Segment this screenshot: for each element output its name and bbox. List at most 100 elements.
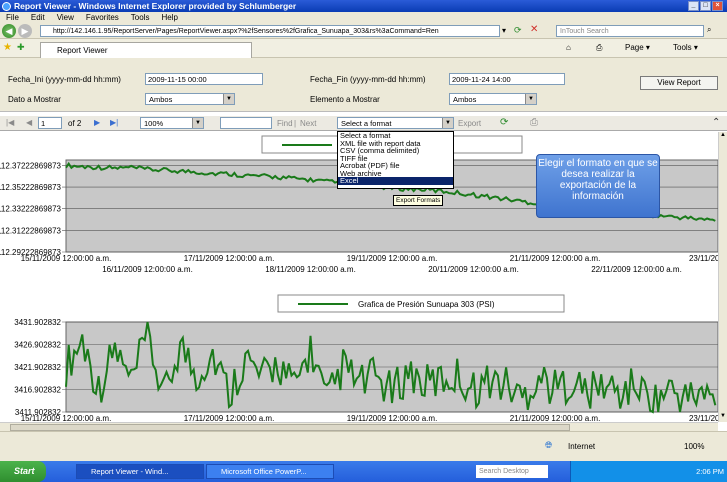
print-icon[interactable]: ⎙ xyxy=(596,43,602,53)
y-tick-label: 112.33222869873 xyxy=(0,205,62,214)
menu-edit[interactable]: Edit xyxy=(31,13,45,22)
export-link[interactable]: Export xyxy=(458,119,481,128)
scroll-down-icon[interactable]: ▼ xyxy=(720,413,726,419)
print-report-icon[interactable]: ⎙ xyxy=(530,117,538,128)
elemento-select[interactable]: Ambos ▼ xyxy=(449,93,537,105)
x-tick-label: 15/11/2009 12:00:00 a.m. xyxy=(21,254,112,263)
favorites-star-icon[interactable]: ★ xyxy=(3,42,12,53)
export-tooltip: Export Formats xyxy=(393,195,444,206)
zoom-value: 100% xyxy=(144,119,164,128)
x-tick-label: 17/11/2009 12:00:00 a.m. xyxy=(184,254,275,263)
first-page-icon[interactable]: |◀ xyxy=(6,118,14,127)
back-button[interactable]: ◀ xyxy=(2,24,16,38)
zoom-select[interactable]: 100% ▼ xyxy=(140,117,204,129)
x-tick-label: 23/11/2009 1 xyxy=(689,254,718,263)
x-tick-label: 20/11/2009 12:00:00 a.m. xyxy=(428,265,519,272)
y-tick-label: 112.31222869873 xyxy=(0,226,62,235)
x-tick-label: 19/11/2009 12:00:00 a.m. xyxy=(347,254,438,263)
format-option[interactable]: Excel xyxy=(338,177,453,185)
elemento-value: Ambos xyxy=(453,95,477,104)
status-zoom[interactable]: 100% xyxy=(684,442,704,451)
x-tick-label: 23/11/2009 1 xyxy=(689,414,718,422)
globe-icon: 🌐︎ xyxy=(545,440,553,450)
tools-menu[interactable]: Tools ▾ xyxy=(673,43,698,52)
url-field[interactable]: http://142.146.1.95/ReportServer/Pages/R… xyxy=(40,25,500,37)
forward-button[interactable]: ▶ xyxy=(18,24,32,38)
desktop-search-input[interactable]: Search Desktop xyxy=(476,465,548,478)
maximize-button[interactable]: □ xyxy=(700,1,711,11)
page-menu[interactable]: Page ▾ xyxy=(625,43,650,52)
fecha-ini-label: Fecha_Ini (yyyy-mm-dd hh:mm) xyxy=(8,75,121,84)
y-tick-label: 3431.902832 xyxy=(14,318,61,327)
scroll-up-icon[interactable]: ▲ xyxy=(720,132,726,138)
status-zone: Internet xyxy=(568,442,596,451)
x-tick-label: 17/11/2009 12:00:00 a.m. xyxy=(184,414,275,422)
format-dropdown-list[interactable]: Select a format XML file with report data… xyxy=(337,131,454,189)
fecha-fin-input[interactable]: 2009-11-24 14:00 xyxy=(449,73,565,85)
chevron-down-icon: ▼ xyxy=(223,94,234,104)
minimize-button[interactable]: _ xyxy=(688,1,699,11)
find-link[interactable]: Find xyxy=(277,119,293,128)
y-tick-label: 3426.902832 xyxy=(14,341,61,350)
x-tick-label: 15/11/2009 12:00:00 a.m. xyxy=(21,414,112,422)
menu-favorites[interactable]: Favorites xyxy=(86,13,119,22)
taskbar: Start Report Viewer - Wind... Microsoft … xyxy=(0,461,727,482)
x-tick-label: 22/11/2009 12:00:00 a.m. xyxy=(591,265,682,272)
dato-select[interactable]: Ambos ▼ xyxy=(145,93,235,105)
tab-report-viewer[interactable]: Report Viewer xyxy=(40,42,252,58)
search-input[interactable]: InTouch Search xyxy=(556,25,704,37)
view-report-button[interactable]: View Report xyxy=(640,76,718,90)
format-value: Select a format xyxy=(341,119,392,128)
horizontal-scrollbar[interactable] xyxy=(0,422,718,431)
x-tick-label: 16/11/2009 12:00:00 a.m. xyxy=(102,265,193,272)
menu-view[interactable]: View xyxy=(57,13,74,22)
fecha-ini-input[interactable]: 2009-11-15 00:00 xyxy=(145,73,263,85)
x-tick-label: 18/11/2009 12:00:00 a.m. xyxy=(265,265,356,272)
system-tray: 2:06 PM xyxy=(570,461,727,482)
start-button[interactable]: Start xyxy=(0,461,46,482)
scroll-thumb[interactable] xyxy=(10,424,570,431)
menu-file[interactable]: File xyxy=(6,13,19,22)
find-input[interactable] xyxy=(220,117,272,129)
prev-page-icon[interactable]: ◀ xyxy=(26,118,32,127)
menu-help[interactable]: Help xyxy=(161,13,177,22)
vertical-scrollbar[interactable]: ▲ ▼ xyxy=(718,132,727,422)
window-title: Report Viewer - Windows Internet Explore… xyxy=(14,1,297,11)
instruction-callout: Elegir el formato en que se desea realiz… xyxy=(536,154,660,218)
dropdown-arrow-icon[interactable]: ▾ xyxy=(502,26,506,35)
refresh-icon[interactable]: ⟳ xyxy=(514,25,522,36)
next-link[interactable]: Next xyxy=(300,119,316,128)
home-icon[interactable]: ⌂ xyxy=(566,43,571,52)
chevron-down-icon: ▼ xyxy=(442,118,453,128)
page-number-input[interactable]: 1 xyxy=(38,117,62,129)
status-bar: 🌐︎ Internet 100% xyxy=(0,431,727,461)
tab-label: Report Viewer xyxy=(57,46,108,55)
menu-tools[interactable]: Tools xyxy=(131,13,150,22)
collapse-icon[interactable]: ⌃ xyxy=(712,117,720,128)
format-select[interactable]: Select a format ▼ xyxy=(337,117,454,129)
close-button[interactable]: × xyxy=(712,1,723,11)
chevron-down-icon: ▼ xyxy=(192,118,203,128)
address-bar: ◀ ▶ http://142.146.1.95/ReportServer/Pag… xyxy=(0,23,727,39)
report-toolbar: |◀ ◀ 1 of 2 ▶ ▶| 100% ▼ Find | Next Selec… xyxy=(0,116,727,131)
add-favorites-icon[interactable]: ✚ xyxy=(17,42,25,53)
next-page-icon[interactable]: ▶ xyxy=(94,118,100,127)
x-tick-label: 21/11/2009 12:00:00 a.m. xyxy=(510,254,601,263)
x-tick-label: 19/11/2009 12:00:00 a.m. xyxy=(347,414,438,422)
dato-value: Ambos xyxy=(149,95,173,104)
fecha-fin-label: Fecha_Fin (yyyy-mm-dd hh:mm) xyxy=(310,75,426,84)
last-page-icon[interactable]: ▶| xyxy=(110,118,118,127)
chevron-down-icon: ▼ xyxy=(525,94,536,104)
favorites-bar: ★ ✚ Report Viewer ⌂ ⎙ Page ▾ Tools ▾ xyxy=(0,39,727,58)
elemento-label: Elemento a Mostrar xyxy=(310,95,380,104)
taskbar-report-viewer[interactable]: Report Viewer - Wind... xyxy=(76,464,204,479)
y-tick-label: 3416.902832 xyxy=(14,386,61,395)
taskbar-powerpoint[interactable]: Microsoft Office PowerP... xyxy=(206,464,334,479)
menu-bar: File Edit View Favorites Tools Help xyxy=(0,12,727,23)
chart-title: Grafica de Presión Sunuapa 303 (PSI) xyxy=(358,300,495,309)
refresh-report-icon[interactable]: ⟳ xyxy=(500,117,508,128)
clock: 2:06 PM xyxy=(696,467,724,476)
parameters-panel: Fecha_Ini (yyyy-mm-dd hh:mm) 2009-11-15 … xyxy=(0,58,727,112)
stop-icon[interactable]: ✕ xyxy=(530,24,538,35)
search-icon[interactable]: ⌕ xyxy=(707,25,711,35)
